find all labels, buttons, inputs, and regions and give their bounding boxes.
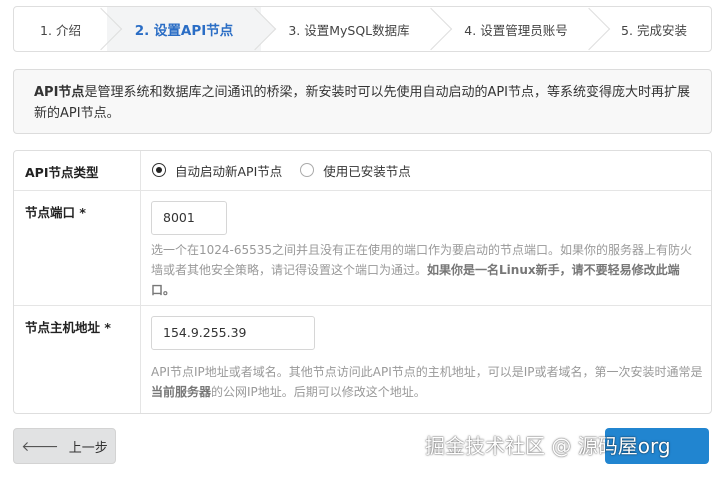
- host-input[interactable]: 154.9.255.39: [151, 316, 315, 350]
- step-mysql[interactable]: 3. 设置MySQL数据库: [261, 7, 453, 51]
- step-mysql-label: 3. 设置MySQL数据库: [288, 22, 410, 38]
- api-node-form: API节点类型 自动启动新API节点 使用已安装节点 节点端口 * 8001 选…: [13, 150, 712, 414]
- radio-unchecked-icon[interactable]: [300, 163, 315, 177]
- step-admin-label: 4. 设置管理员账号: [464, 22, 568, 38]
- port-input[interactable]: 8001: [151, 201, 227, 235]
- step-intro[interactable]: 1. 介绍: [14, 7, 123, 51]
- notice-text: 是管理系统和数据库之间通讯的桥梁，新安装时可以先使用自动启动的API节点，等系统…: [34, 85, 691, 121]
- install-steps: 1. 介绍 2. 设置API节点 3. 设置MySQL数据库 4. 设置管理员账…: [13, 6, 712, 52]
- host-help-post: 的公网IP地址。后期可以修改这个地址。: [211, 385, 426, 399]
- radio-use-installed-label: 使用已安装节点: [323, 163, 411, 179]
- arrow-left-icon: 🡐: [21, 438, 59, 455]
- form-row-host: 节点主机地址 * 154.9.255.39 API节点IP地址或者域名。其他节点…: [14, 306, 711, 413]
- node-type-label: API节点类型: [14, 151, 141, 190]
- prev-button-label: 上一步: [68, 440, 108, 456]
- step-api-node-active[interactable]: 2. 设置API节点: [107, 7, 277, 51]
- step-finish[interactable]: 5. 完成安装: [595, 7, 711, 51]
- step-admin[interactable]: 4. 设置管理员账号: [437, 7, 611, 51]
- port-label: 节点端口 *: [14, 191, 141, 305]
- radio-auto-start-label: 自动启动新API节点: [175, 163, 283, 179]
- host-help-pre: API节点IP地址或者域名。其他节点访问此API节点的主机地址，可以是IP或者域…: [151, 365, 703, 379]
- form-row-node-type: API节点类型 自动启动新API节点 使用已安装节点: [14, 151, 711, 191]
- info-notice: API节点是管理系统和数据库之间通讯的桥梁，新安装时可以先使用自动启动的API节…: [13, 69, 712, 134]
- port-help: 选一个在1024-65535之间并且没有正在使用的端口作为要启动的节点端口。如果…: [151, 240, 711, 300]
- host-label: 节点主机地址 *: [14, 306, 141, 413]
- step-api-node-label: 2. 设置API节点: [134, 23, 234, 39]
- radio-use-installed[interactable]: 使用已安装节点: [300, 161, 411, 180]
- radio-checked-icon[interactable]: [152, 163, 166, 177]
- step-finish-label: 5. 完成安装: [621, 22, 687, 38]
- node-type-radio-group: 自动启动新API节点 使用已安装节点: [151, 151, 711, 189]
- form-row-port: 节点端口 * 8001 选一个在1024-65535之间并且没有正在使用的端口作…: [14, 191, 711, 306]
- watermark: 掘金技术社区 @ 源码屋org: [425, 434, 671, 458]
- notice-bold: API节点: [34, 85, 85, 100]
- host-help: API节点IP地址或者域名。其他节点访问此API节点的主机地址，可以是IP或者域…: [151, 362, 711, 402]
- prev-button[interactable]: 🡐 上一步: [13, 428, 116, 464]
- step-intro-label: 1. 介绍: [40, 22, 81, 38]
- radio-auto-start[interactable]: 自动启动新API节点: [152, 161, 282, 180]
- host-help-bold: 当前服务器: [151, 385, 212, 399]
